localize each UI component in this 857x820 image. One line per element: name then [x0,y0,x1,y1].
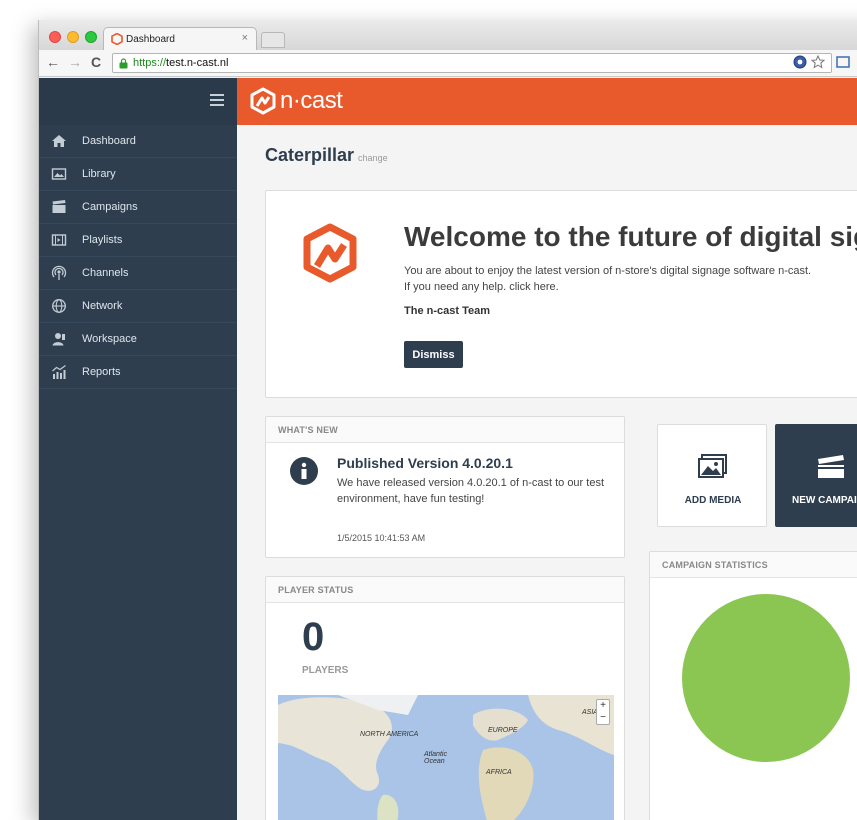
ncast-logo-icon[interactable] [249,87,277,115]
window-minimize-button[interactable] [67,31,79,43]
url-scheme: https:// [133,57,167,69]
browser-titlebar: Dashboard × [39,20,857,51]
add-media-button[interactable]: ADD MEDIA [657,424,767,527]
info-icon [290,457,318,485]
url-host: test.n-cast.nl [166,57,229,69]
sidebar-item-workspace[interactable]: Workspace [39,323,237,356]
new-tab-button[interactable] [261,32,285,48]
welcome-text: You are about to enjoy the latest versio… [404,265,812,277]
browser-tab[interactable]: Dashboard × [103,27,257,51]
welcome-panel: Welcome to the future of digital signage… [265,190,857,398]
campaign-pie-chart[interactable] [682,594,850,762]
help-link-text[interactable]: If you need any help. click here. [404,281,559,293]
window-close-button[interactable] [49,31,61,43]
sidebar-item-network[interactable]: Network [39,290,237,323]
player-count: 0 [302,615,325,659]
clapperboard-icon [818,455,844,478]
ncast-logo-icon [303,223,357,283]
map-label-europe: EUROPE [488,727,518,734]
browser-toolbar: ← → C https://test.n-cast.nl [39,50,857,77]
whats-new-panel: WHAT'S NEW Published Version 4.0.20.1 We… [265,416,625,558]
sidebar-item-library[interactable]: Library [39,158,237,191]
browser-window: Dashboard × ← → C https://test.n-cast.nl [38,20,857,820]
welcome-title: Welcome to the future of digital signage [404,221,857,252]
ncast-app: Dashboard Library Campaigns Playlists Ch… [39,78,857,820]
change-workspace-link[interactable]: change [358,153,388,163]
extension-badge-icon[interactable] [793,55,807,69]
app-logo-text[interactable]: n·cast [280,87,343,115]
forward-arrow-icon[interactable]: → [68,54,82,70]
map-label-north-america: NORTH AMERICA [360,731,419,738]
new-campaign-button[interactable]: NEW CAMPAIGN [775,424,857,527]
page-title: Caterpillar change [265,145,388,166]
sidebar-header [39,78,237,125]
player-count-label: PLAYERS [302,665,349,676]
sidebar-item-label: Reports [82,366,121,378]
panel-heading: WHAT'S NEW [266,417,624,443]
map-label-africa: AFRICA [486,769,512,776]
sidebar-item-channels[interactable]: Channels [39,257,237,290]
news-body: We have released version 4.0.20.1 of n-c… [337,477,605,505]
dismiss-button[interactable]: Dismiss [404,341,463,368]
globe-icon [52,299,66,313]
welcome-signature: The n-cast Team [404,305,490,317]
tab-close-icon[interactable]: × [242,32,248,44]
zoom-out-button[interactable]: − [597,712,609,724]
address-bar[interactable]: https://test.n-cast.nl [112,53,832,73]
sidebar-nav: Dashboard Library Campaigns Playlists Ch… [39,125,237,389]
zoom-in-button[interactable]: + [597,700,609,712]
user-icon [52,333,65,346]
image-icon [698,454,727,478]
player-status-panel: PLAYER STATUS 0 PLAYERS NORTH AMERICA EU… [265,576,625,820]
image-icon [51,168,67,180]
window-maximize-button[interactable] [85,31,97,43]
chart-icon [52,365,66,379]
back-arrow-icon[interactable]: ← [46,54,60,70]
bookmark-star-icon[interactable] [811,55,825,69]
panel-heading: CAMPAIGN STATISTICS [650,552,857,578]
broadcast-icon [51,265,67,280]
ncast-favicon-icon [111,33,123,45]
sidebar-item-label: Playlists [82,234,123,246]
film-strip-icon [51,234,67,246]
sidebar-item-label: Dashboard [82,135,136,147]
sidebar-item-playlists[interactable]: Playlists [39,224,237,257]
sidebar: Dashboard Library Campaigns Playlists Ch… [39,78,237,820]
sidebar-item-label: Network [82,300,123,312]
player-map[interactable]: NORTH AMERICA EUROPE Atlantic Ocean AFRI… [278,695,614,820]
map-label-atlantic: Atlantic Ocean [424,751,447,765]
new-campaign-label: NEW CAMPAIGN [792,495,857,506]
workspace-name: Caterpillar [265,145,355,165]
app-header: n·cast [237,78,857,125]
sidebar-item-label: Channels [82,267,129,279]
home-icon [52,135,66,147]
panel-heading: PLAYER STATUS [266,577,624,603]
news-title: Published Version 4.0.20.1 [337,455,513,471]
news-date: 1/5/2015 10:41:53 AM [337,533,426,543]
reload-icon[interactable]: C [91,54,101,70]
main-content: Caterpillar change Welcome to the future … [237,125,857,820]
screen-cast-icon[interactable] [836,55,850,69]
clapperboard-icon [52,200,66,213]
map-zoom-control: + − [596,699,610,725]
hamburger-menu-icon[interactable] [210,94,224,106]
tab-title: Dashboard [126,34,175,45]
sidebar-item-reports[interactable]: Reports [39,356,237,389]
add-media-label: ADD MEDIA [684,495,742,506]
sidebar-item-label: Library [82,168,116,180]
sidebar-item-label: Workspace [82,333,137,345]
sidebar-item-campaigns[interactable]: Campaigns [39,191,237,224]
url-text: https://test.n-cast.nl [133,57,228,69]
sidebar-item-dashboard[interactable]: Dashboard [39,125,237,158]
campaign-statistics-panel: CAMPAIGN STATISTICS [649,551,857,820]
sidebar-item-label: Campaigns [82,201,138,213]
lock-icon [119,58,128,69]
